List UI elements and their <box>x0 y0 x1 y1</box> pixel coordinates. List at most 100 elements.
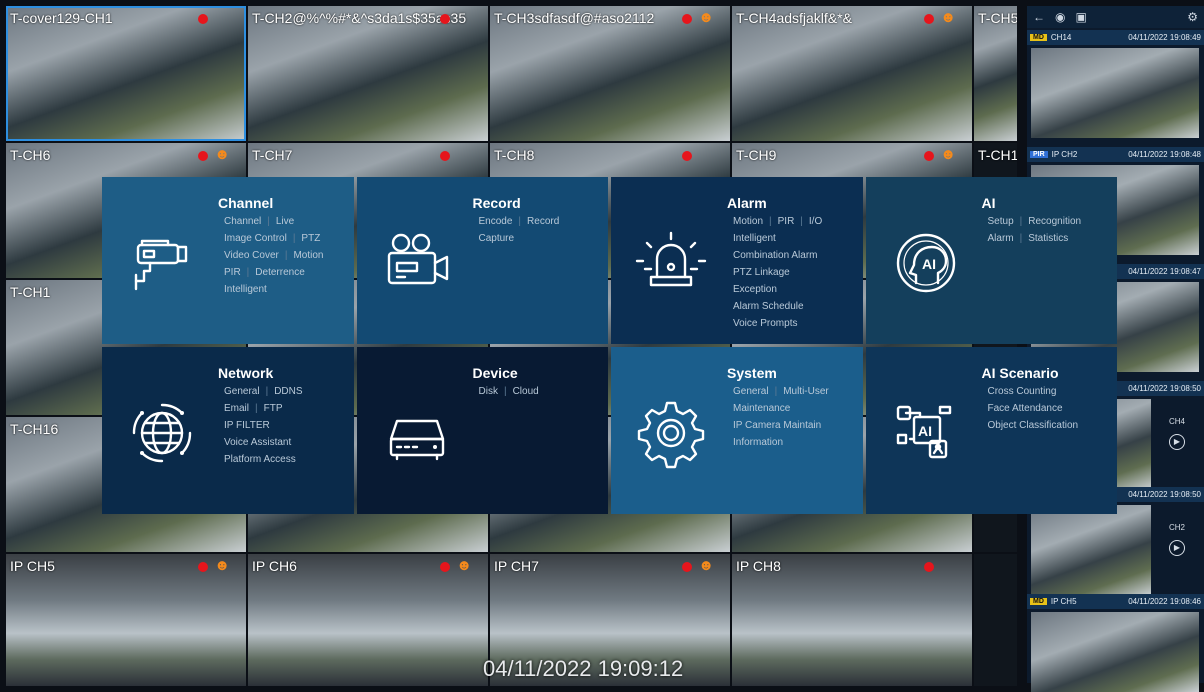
menu-item[interactable]: Channel <box>224 216 261 227</box>
event-snapshot[interactable] <box>1031 48 1199 138</box>
menu-item[interactable]: Record <box>527 216 559 227</box>
settings-icon[interactable]: ⚙ <box>1187 10 1198 24</box>
menu-item-row: Image Control | PTZ <box>224 230 323 247</box>
camera-tile[interactable]: IP CH6 ☻ <box>248 554 488 686</box>
recording-icon <box>682 151 692 161</box>
camera-tile[interactable]: T-CH2@%^%#*&^s3da1s$35as35 <box>248 6 488 141</box>
menu-item-separator: | <box>518 216 522 227</box>
menu-item[interactable]: Multi-User <box>783 386 829 397</box>
menu-tile-ai-scenario[interactable]: AI AI Scenario Cross Counting Face Attendan… <box>865 347 1117 514</box>
menu-item-row: Disk | Cloud <box>479 383 539 400</box>
menu-item-row: Capture <box>479 230 560 247</box>
menu-tile-items: General | DDNS Email | FTP IP FILTER Voice Assi… <box>224 383 303 468</box>
menu-tile-record[interactable]: Record Encode | Record Capture <box>356 177 608 344</box>
menu-tile-system[interactable]: System General | Multi-User Maintenance IP Ca… <box>611 347 863 514</box>
alarm-siren-icon <box>633 225 709 301</box>
menu-item[interactable]: General <box>733 386 769 397</box>
menu-item[interactable]: Information <box>733 437 783 448</box>
menu-item[interactable]: Capture <box>479 233 515 244</box>
menu-tile-ai[interactable]: AI AI Setup | Recognition Alarm | Statistics <box>865 177 1117 344</box>
event-snapshot[interactable] <box>1031 612 1199 692</box>
event-header[interactable]: MD CH14 04/11/2022 19:08:49 <box>1027 30 1204 45</box>
menu-item[interactable]: Cloud <box>513 386 539 397</box>
menu-item[interactable]: IP Camera Maintain <box>733 420 821 431</box>
menu-item-row: PIR | Deterrence <box>224 264 323 281</box>
menu-item[interactable]: Object Classification <box>988 420 1079 431</box>
menu-item[interactable]: Setup <box>988 216 1014 227</box>
menu-item[interactable]: Intelligent <box>224 284 267 295</box>
event-header[interactable]: PIR IP CH2 04/11/2022 19:08:48 <box>1027 147 1204 162</box>
menu-item[interactable]: Platform Access <box>224 454 296 465</box>
motion-icon: ☻ <box>698 9 714 26</box>
menu-item[interactable]: Encode <box>479 216 513 227</box>
menu-item-row: IP FILTER <box>224 417 303 434</box>
menu-item[interactable]: Intelligent <box>733 233 776 244</box>
menu-item-row: Alarm Schedule <box>733 298 822 315</box>
menu-tile-items: Encode | Record Capture <box>479 213 560 247</box>
menu-item[interactable]: Video Cover <box>224 250 279 261</box>
menu-item[interactable]: PTZ Linkage <box>733 267 790 278</box>
menu-item-row: Video Cover | Motion <box>224 247 323 264</box>
menu-item[interactable]: Voice Assistant <box>224 437 291 448</box>
event-snapshot[interactable] <box>1031 505 1151 595</box>
event-time: 04/11/2022 19:08:46 <box>1128 597 1201 606</box>
menu-item-row: Face Attendance <box>988 400 1079 417</box>
menu-tile-title: AI <box>981 195 996 211</box>
menu-item[interactable]: Face Attendance <box>988 403 1063 414</box>
event-side-channel[interactable]: CH2 ▶ <box>1157 523 1197 556</box>
camera-tile[interactable]: IP CH8 <box>732 554 972 686</box>
recording-icon <box>440 14 450 24</box>
menu-item-separator: | <box>1019 233 1023 244</box>
menu-item[interactable]: Motion <box>293 250 323 261</box>
menu-tile-alarm[interactable]: Alarm Motion | PIR | I/O Intelligent Combinatio… <box>611 177 863 344</box>
menu-item[interactable]: Alarm <box>988 233 1014 244</box>
camera-title: T-CH3sdfasdf@#aso2112 <box>494 10 655 26</box>
menu-item[interactable]: Image Control <box>224 233 287 244</box>
motion-icon: ☻ <box>456 557 472 574</box>
event-side-channel[interactable]: CH4 ▶ <box>1157 417 1197 450</box>
menu-item[interactable]: Deterrence <box>255 267 304 278</box>
menu-item[interactable]: Exception <box>733 284 777 295</box>
menu-item[interactable]: General <box>224 386 260 397</box>
menu-item[interactable]: Cross Counting <box>988 386 1057 397</box>
menu-tile-network[interactable]: Network General | DDNS Email | FTP IP FILTER Voi… <box>102 347 354 514</box>
motion-icon: ☻ <box>214 146 230 163</box>
menu-item[interactable]: IP FILTER <box>224 420 270 431</box>
menu-item[interactable]: Recognition <box>1028 216 1081 227</box>
menu-item[interactable]: Motion <box>733 216 763 227</box>
menu-item[interactable]: PIR <box>778 216 795 227</box>
camera-tile[interactable]: T-CH4adsfjaklf&*& ☻ <box>732 6 972 141</box>
menu-item[interactable]: Alarm Schedule <box>733 301 804 312</box>
menu-item[interactable]: PIR <box>224 267 241 278</box>
play-icon[interactable]: ▶ <box>1169 540 1185 556</box>
menu-item[interactable]: PTZ <box>301 233 320 244</box>
ai-head-icon: AI <box>888 225 964 301</box>
back-icon[interactable]: ← <box>1033 10 1045 24</box>
eye-icon[interactable]: ◉ <box>1055 10 1065 24</box>
menu-item-row: Object Classification <box>988 417 1079 434</box>
event-header[interactable]: MD IP CH5 04/11/2022 19:08:46 <box>1027 594 1204 609</box>
menu-item[interactable]: Live <box>276 216 294 227</box>
menu-item[interactable]: Combination Alarm <box>733 250 817 261</box>
menu-item[interactable]: Email <box>224 403 249 414</box>
menu-tile-channel[interactable]: Channel Channel | Live Image Control | PTZ Vide… <box>102 177 354 344</box>
camera-tile[interactable] <box>974 554 1017 686</box>
camera-tile[interactable]: T-CH3sdfasdf@#aso2112 ☻ <box>490 6 730 141</box>
menu-item[interactable]: FTP <box>264 403 283 414</box>
play-icon[interactable]: ▶ <box>1169 434 1185 450</box>
menu-item[interactable]: I/O <box>809 216 822 227</box>
menu-item[interactable]: Voice Prompts <box>733 318 797 329</box>
menu-item[interactable]: Maintenance <box>733 403 790 414</box>
menu-item[interactable]: Statistics <box>1028 233 1068 244</box>
menu-item[interactable]: DDNS <box>274 386 302 397</box>
menu-item[interactable]: Disk <box>479 386 498 397</box>
motion-icon: ☻ <box>940 9 956 26</box>
camera-tile[interactable]: T-cover129-CH1 <box>6 6 246 141</box>
menu-tile-title: AI Scenario <box>981 365 1059 381</box>
menu-item-row: Setup | Recognition <box>988 213 1082 230</box>
camera-tile[interactable]: IP CH5 ☻ <box>6 554 246 686</box>
camera-icon[interactable]: ▣ <box>1075 10 1086 24</box>
menu-tile-device[interactable]: Device Disk | Cloud <box>356 347 608 514</box>
camera-tile[interactable]: T-CH5 <box>974 6 1017 141</box>
event-side-label: CH4 <box>1168 417 1185 426</box>
